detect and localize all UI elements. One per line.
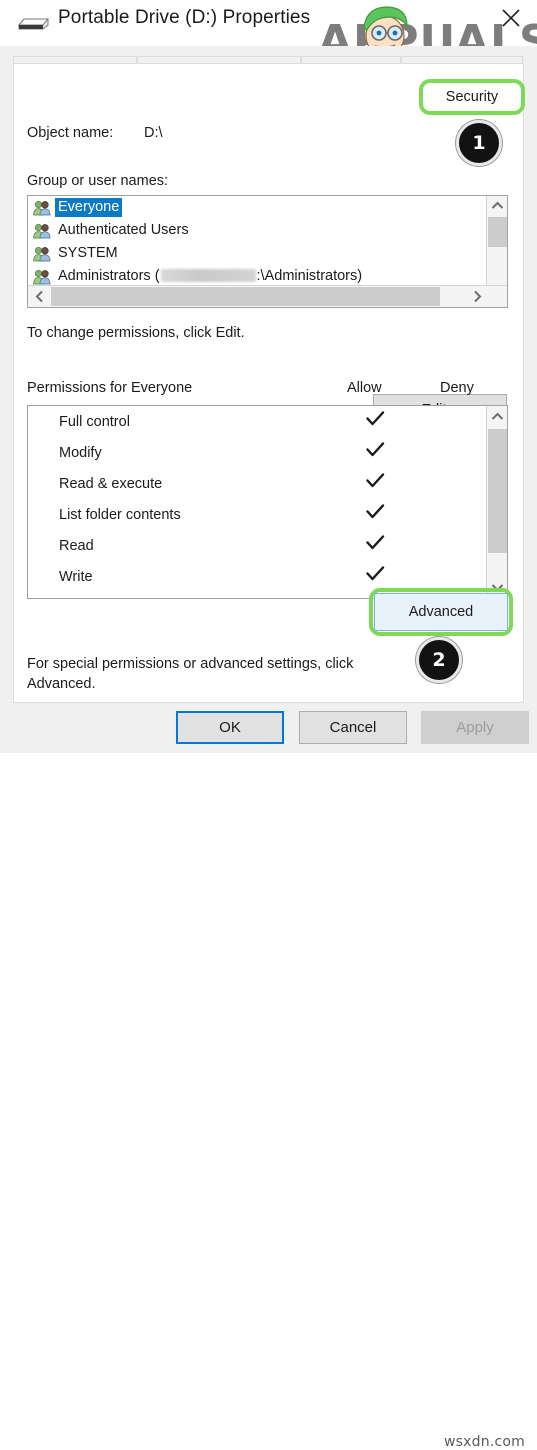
column-header-allow: Allow bbox=[347, 380, 382, 396]
close-icon[interactable] bbox=[494, 2, 528, 32]
list-item-label: SYSTEM bbox=[58, 245, 118, 261]
table-row[interactable]: Modify bbox=[28, 437, 486, 468]
group-list-horizontal-scrollbar[interactable] bbox=[28, 285, 507, 307]
permission-allow-cell[interactable] bbox=[358, 473, 392, 494]
group-users-icon bbox=[33, 223, 51, 239]
object-name-value: D:\ bbox=[144, 125, 163, 141]
list-item[interactable]: Everyone bbox=[28, 196, 486, 219]
title-bar: Portable Drive (D:) Properties bbox=[0, 0, 537, 46]
permissions-list[interactable]: Full control Modify Read & execute List fol… bbox=[27, 405, 508, 599]
apply-button: Apply bbox=[421, 711, 529, 744]
table-row[interactable]: Read & execute bbox=[28, 468, 486, 499]
permission-allow-cell[interactable] bbox=[358, 442, 392, 463]
advanced-button[interactable]: Advanced bbox=[374, 593, 508, 631]
ok-button[interactable]: OK bbox=[176, 711, 284, 744]
table-row[interactable]: Write bbox=[28, 561, 486, 592]
cancel-button[interactable]: Cancel bbox=[299, 711, 407, 744]
column-header-deny: Deny bbox=[440, 380, 474, 396]
scroll-thumb[interactable] bbox=[488, 429, 507, 553]
list-item-label: Administrators ( :\Administrators) bbox=[55, 267, 365, 286]
portable-drive-icon bbox=[17, 16, 51, 32]
advanced-settings-note: For special permissions or advanced sett… bbox=[27, 656, 354, 692]
table-row[interactable]: List folder contents bbox=[28, 499, 486, 530]
dialog-command-bar: OK Cancel Apply wsxdn.com bbox=[0, 703, 537, 1450]
permissions-vertical-scrollbar[interactable] bbox=[486, 406, 507, 598]
permission-allow-cell[interactable] bbox=[358, 535, 392, 556]
permission-name: Modify bbox=[59, 444, 102, 461]
window-title: Portable Drive (D:) Properties bbox=[58, 7, 311, 28]
permissions-title: Permissions for Everyone bbox=[27, 380, 193, 396]
checkmark-icon bbox=[365, 411, 385, 431]
group-users-icon bbox=[33, 200, 51, 216]
permission-allow-cell[interactable] bbox=[358, 411, 392, 432]
group-users-icon bbox=[33, 246, 51, 262]
list-item-label: Everyone bbox=[55, 198, 123, 217]
site-watermark: wsxdn.com bbox=[444, 1434, 525, 1450]
properties-dialog: Portable Drive (D:) Properties APPUALS S… bbox=[0, 0, 537, 1450]
object-name-label: Object name: bbox=[27, 125, 114, 141]
group-or-user-names-list[interactable]: Everyone Authenticated Users SYSTEM Adminis… bbox=[27, 195, 508, 308]
scroll-right-icon[interactable] bbox=[466, 286, 488, 307]
tab-security[interactable]: Security bbox=[423, 83, 521, 111]
table-row[interactable]: Read bbox=[28, 530, 486, 561]
scrollbar-corner bbox=[486, 286, 507, 307]
checkmark-icon bbox=[365, 535, 385, 555]
list-item[interactable]: Authenticated Users bbox=[28, 219, 486, 242]
permission-name: Read & execute bbox=[59, 475, 163, 492]
group-or-user-names-label: Group or user names: bbox=[27, 173, 169, 189]
table-row[interactable]: Full control bbox=[28, 406, 486, 437]
group-users-icon bbox=[33, 269, 51, 285]
permission-name: Read bbox=[59, 537, 94, 554]
permission-name: List folder contents bbox=[59, 506, 181, 523]
list-item-label: Authenticated Users bbox=[58, 222, 189, 238]
redacted-computer-name bbox=[160, 269, 256, 282]
permission-allow-cell[interactable] bbox=[358, 504, 392, 525]
group-name-suffix: :\Administrators) bbox=[256, 268, 363, 284]
list-item[interactable]: SYSTEM bbox=[28, 242, 486, 265]
checkmark-icon bbox=[365, 473, 385, 493]
scroll-up-icon[interactable] bbox=[487, 196, 507, 215]
scroll-left-icon[interactable] bbox=[28, 286, 50, 307]
permission-allow-cell[interactable] bbox=[358, 566, 392, 587]
callout-badge-2: 2 bbox=[416, 637, 462, 683]
permission-name: Full control bbox=[59, 413, 130, 430]
scroll-thumb[interactable] bbox=[488, 217, 507, 247]
group-name-prefix: Administrators ( bbox=[58, 268, 160, 284]
checkmark-icon bbox=[365, 566, 385, 586]
scroll-thumb-horizontal[interactable] bbox=[51, 287, 440, 306]
checkmark-icon bbox=[365, 504, 385, 524]
permission-name: Write bbox=[59, 568, 93, 585]
callout-badge-1: 1 bbox=[456, 120, 502, 166]
edit-permissions-hint: To change permissions, click Edit. bbox=[27, 325, 245, 341]
checkmark-icon bbox=[365, 442, 385, 462]
scroll-up-icon[interactable] bbox=[487, 406, 507, 427]
